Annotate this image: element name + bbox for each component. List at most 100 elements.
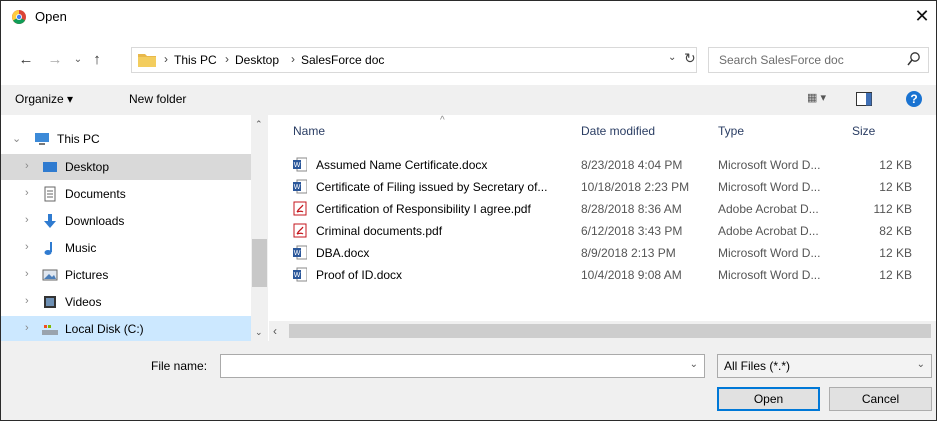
word-document-icon: W <box>293 157 307 172</box>
file-row[interactable]: Certification of Responsibility I agree.… <box>269 198 936 219</box>
expand-icon[interactable]: › <box>25 268 29 280</box>
breadcrumb-salesforce-doc[interactable]: SalesForce doc <box>301 53 384 67</box>
file-type-filter[interactable]: All Files (*.*) ⌄ <box>717 354 932 378</box>
file-size: 12 KB <box>879 180 912 194</box>
up-button[interactable]: ↑ <box>87 47 107 73</box>
file-size: 112 KB <box>873 202 912 216</box>
scroll-left-icon[interactable]: ‹ <box>273 324 277 338</box>
refresh-icon[interactable]: ↻ <box>684 50 696 67</box>
breadcrumb-separator: › <box>291 52 295 66</box>
breadcrumb-separator: › <box>225 52 229 66</box>
pdf-document-icon <box>293 201 307 216</box>
tree-item-label: Music <box>65 241 97 255</box>
scroll-up-icon[interactable]: ⌃ <box>255 119 263 130</box>
file-list-horizontal-scrollbar[interactable]: ‹ <box>269 321 936 341</box>
tree-item-label: Desktop <box>65 160 110 174</box>
file-date: 6/12/2018 3:43 PM <box>581 224 683 238</box>
svg-text:W: W <box>294 272 301 279</box>
new-folder-button[interactable]: New folder <box>129 92 186 106</box>
tree-item-downloads[interactable]: › Downloads <box>1 208 251 234</box>
scroll-down-icon[interactable]: ⌄ <box>255 327 263 338</box>
search-box[interactable]: Search SalesForce doc <box>708 47 929 73</box>
file-size: 12 KB <box>879 268 912 282</box>
file-name: Proof of ID.docx <box>316 268 403 282</box>
file-date: 8/9/2018 2:13 PM <box>581 246 676 260</box>
tree-item-label: Downloads <box>65 214 125 228</box>
file-name-input[interactable]: ⌄ <box>220 354 705 378</box>
file-name: Criminal documents.pdf <box>316 224 443 238</box>
help-icon[interactable]: ? <box>906 91 922 107</box>
column-header-type[interactable]: Type <box>718 124 744 138</box>
word-document-icon: W <box>293 245 307 260</box>
file-list: ^ Name Date modified Type Size W Assumed… <box>269 115 936 321</box>
breadcrumb-desktop[interactable]: Desktop <box>235 53 279 67</box>
tree-item-label: Documents <box>65 187 126 201</box>
close-button[interactable]: ✕ <box>910 4 934 28</box>
change-view-icon[interactable]: ▦ ▾ <box>807 91 837 109</box>
expand-icon[interactable]: › <box>25 160 29 172</box>
svg-text:W: W <box>294 184 301 191</box>
forward-button[interactable]: → <box>45 47 65 73</box>
file-name: Certification of Responsibility I agree.… <box>316 202 531 216</box>
tree-item-this-pc[interactable]: ⌄ This PC <box>1 126 251 152</box>
file-size: 82 KB <box>879 224 912 238</box>
collapse-icon[interactable]: ⌄ <box>12 132 21 145</box>
chevron-down-icon[interactable]: ⌄ <box>690 359 698 370</box>
svg-text:W: W <box>294 162 301 169</box>
tree-item-desktop[interactable]: › Desktop <box>1 154 251 180</box>
file-row[interactable]: W Proof of ID.docx 10/4/2018 9:08 AM Mic… <box>269 264 936 285</box>
tree-item-local-disk[interactable]: › Local Disk (C:) <box>1 316 251 342</box>
expand-icon[interactable]: › <box>25 322 29 334</box>
address-dropdown-icon[interactable]: ⌄ <box>668 52 676 63</box>
file-name-label: File name: <box>151 359 208 373</box>
organize-button[interactable]: Organize ▾ <box>15 92 73 106</box>
word-document-icon: W <box>293 267 307 282</box>
expand-icon[interactable]: › <box>25 214 29 226</box>
file-type: Microsoft Word D... <box>718 158 821 172</box>
window-title: Open <box>35 9 67 24</box>
pc-icon <box>35 133 49 145</box>
file-row[interactable]: Criminal documents.pdf 6/12/2018 3:43 PM… <box>269 220 936 241</box>
downloads-icon <box>44 214 56 228</box>
tree-item-label: This PC <box>57 132 100 146</box>
sort-ascending-icon: ^ <box>440 115 445 126</box>
file-row[interactable]: W Certificate of Filing issued by Secret… <box>269 176 936 197</box>
address-bar[interactable]: › This PC › Desktop › SalesForce doc ⌄ ↻ <box>131 47 697 73</box>
chevron-down-icon[interactable]: ⌄ <box>917 359 925 370</box>
toolbar: Organize ▾ New folder ▦ ▾ ? <box>1 85 936 115</box>
file-type-filter-value: All Files (*.*) <box>724 359 791 373</box>
expand-icon[interactable]: › <box>25 295 29 307</box>
tree-item-documents[interactable]: › Documents <box>1 181 251 207</box>
navigation-scrollbar[interactable]: ⌃ ⌄ <box>251 115 268 341</box>
column-header-date-modified[interactable]: Date modified <box>581 124 655 138</box>
scrollbar-thumb[interactable] <box>252 239 267 287</box>
expand-icon[interactable]: › <box>25 187 29 199</box>
tree-item-pictures[interactable]: › Pictures <box>1 262 251 288</box>
recent-locations-button[interactable]: ⌄ <box>71 47 85 73</box>
desktop-icon <box>43 162 57 172</box>
tree-item-videos[interactable]: › Videos <box>1 289 251 315</box>
file-row[interactable]: W DBA.docx 8/9/2018 2:13 PM Microsoft Wo… <box>269 242 936 263</box>
preview-pane-icon[interactable] <box>856 92 872 106</box>
open-dialog: Open ✕ ← → ⌄ ↑ › This PC › Desktop › Sal… <box>0 0 937 421</box>
file-type: Adobe Acrobat D... <box>718 202 819 216</box>
column-header-name[interactable]: Name <box>293 124 325 138</box>
videos-icon <box>44 296 56 308</box>
tree-item-music[interactable]: › Music <box>1 235 251 261</box>
breadcrumb-this-pc[interactable]: This PC <box>174 53 217 67</box>
breadcrumb-separator: › <box>164 52 168 66</box>
open-button[interactable]: Open <box>717 387 820 411</box>
column-header-size[interactable]: Size <box>852 124 875 138</box>
back-button[interactable]: ← <box>16 47 36 73</box>
file-row[interactable]: W Assumed Name Certificate.docx 8/23/201… <box>269 154 936 175</box>
file-type: Adobe Acrobat D... <box>718 224 819 238</box>
pictures-icon <box>42 269 58 281</box>
scrollbar-thumb[interactable] <box>289 324 931 338</box>
search-icon <box>907 52 920 66</box>
word-document-icon: W <box>293 179 307 194</box>
cancel-button[interactable]: Cancel <box>829 387 932 411</box>
dialog-footer: File name: ⌄ All Files (*.*) ⌄ Open Canc… <box>1 341 936 420</box>
file-name: DBA.docx <box>316 246 370 260</box>
expand-icon[interactable]: › <box>25 241 29 253</box>
tree-item-label: Pictures <box>65 268 109 282</box>
